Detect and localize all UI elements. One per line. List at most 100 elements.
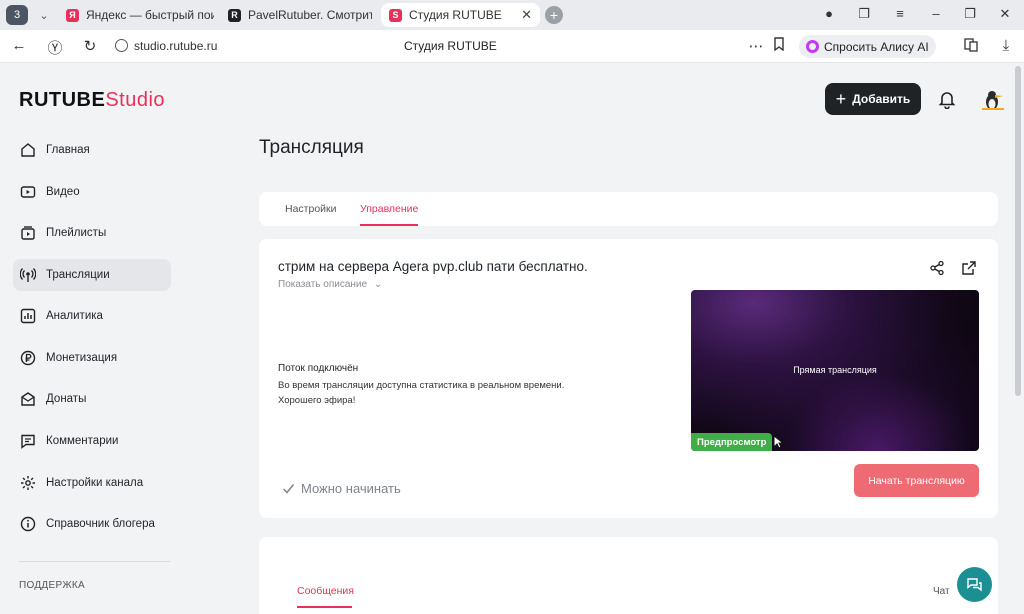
stream-status-title: Поток подключён xyxy=(278,363,359,374)
reload-icon[interactable]: ↻ xyxy=(80,37,100,55)
page-title: Трансляция xyxy=(259,137,364,158)
preview-badge: Предпросмотр xyxy=(691,433,773,451)
sidebar-item-label: Видео xyxy=(46,186,80,198)
site-info-icon[interactable] xyxy=(115,39,128,52)
sidebar-item-monetization[interactable]: Монетизация xyxy=(13,342,171,374)
sidebar-item-blogger-guide[interactable]: Справочник блогера xyxy=(13,508,171,540)
sidebar-item-video[interactable]: Видео xyxy=(13,176,171,208)
info-icon xyxy=(19,515,37,533)
collections-icon[interactable]: ❐ xyxy=(855,6,873,22)
address-page-title: Студия RUTUBE xyxy=(404,39,497,53)
stream-status-text: Во время трансляции доступна статистика … xyxy=(278,378,618,408)
download-icon[interactable]: ⤓ xyxy=(996,37,1016,54)
browser-tab-pavelrutuber[interactable]: R PavelRutuber. Смотрите в xyxy=(228,3,372,27)
rutube-studio-icon: S xyxy=(389,8,402,22)
start-broadcast-button[interactable]: Начать трансляцию xyxy=(854,464,979,497)
reader-icon[interactable] xyxy=(961,37,981,57)
page-scrollbar[interactable] xyxy=(1015,66,1021,396)
tab-messages[interactable]: Сообщения xyxy=(297,585,354,597)
browser-tab-yandex[interactable]: Я Яндекс — быстрый поиск xyxy=(66,3,214,27)
sidebar-item-label: Комментарии xyxy=(46,435,119,447)
video-icon xyxy=(19,183,37,201)
support-heading: ПОДДЕРЖКА xyxy=(19,580,85,591)
sidebar-item-label: Главная xyxy=(46,144,90,156)
stream-card: стрим на сервера Agera pvp.club пати бес… xyxy=(259,239,998,518)
rutube-studio-logo[interactable]: RUTUBEStudio xyxy=(19,89,165,112)
bookmark-icon[interactable] xyxy=(769,37,789,55)
sidebar-item-label: Плейлисты xyxy=(46,227,107,239)
avatar[interactable] xyxy=(980,88,1006,112)
ready-status: Можно начинать xyxy=(282,481,401,496)
add-label: Добавить xyxy=(852,92,911,106)
active-tab-indicator xyxy=(360,224,418,226)
sidebar-item-home[interactable]: Главная xyxy=(13,134,171,166)
more-icon[interactable]: ⋯ xyxy=(746,37,766,55)
sidebar-divider xyxy=(19,561,170,562)
chevron-down-icon[interactable]: ⌄ xyxy=(34,5,54,25)
sidebar-item-label: Донаты xyxy=(46,393,87,405)
sidebar-item-channel-settings[interactable]: Настройки канала xyxy=(13,467,171,499)
menu-icon[interactable]: ≡ xyxy=(891,6,909,21)
close-window-icon[interactable]: ✕ xyxy=(996,6,1014,22)
sidebar-item-analytics[interactable]: Аналитика xyxy=(13,300,171,332)
sidebar-item-label: Настройки канала xyxy=(46,477,144,489)
stream-title: стрим на сервера Agera pvp.club пати бес… xyxy=(278,259,588,274)
tabs-bar: Настройки Управление xyxy=(259,192,998,226)
browser-tabstrip: 3 ⌄ Я Яндекс — быстрый поиск R PavelRutu… xyxy=(0,0,1024,30)
sidebar-item-label: Монетизация xyxy=(46,352,118,364)
sidebar-item-playlists[interactable]: Плейлисты xyxy=(13,217,171,249)
plus-icon: + xyxy=(835,88,847,109)
tab-counter[interactable]: 3 xyxy=(6,5,28,25)
new-tab-button[interactable]: + xyxy=(545,6,563,24)
rutube-icon: R xyxy=(228,8,241,22)
bell-icon[interactable] xyxy=(937,89,957,110)
browser-tab-title: Яндекс — быстрый поиск xyxy=(86,8,214,22)
maximize-icon[interactable]: ❐ xyxy=(961,6,979,22)
chevron-down-icon: ⌄ xyxy=(373,279,383,290)
preview-label: Прямая трансляция xyxy=(793,365,877,375)
open-external-icon[interactable] xyxy=(961,260,977,276)
home-icon xyxy=(19,141,37,159)
ruble-icon xyxy=(19,349,37,367)
chat-card: Сообщения Чат xyxy=(259,537,998,614)
chat-bubble-icon xyxy=(966,577,982,591)
analytics-icon xyxy=(19,307,37,325)
share-icon[interactable] xyxy=(929,260,945,276)
show-description-label: Показать описание xyxy=(278,279,368,290)
sidebar-item-comments[interactable]: Комментарии xyxy=(13,425,171,457)
stream-status-line: Во время трансляции доступна статистика … xyxy=(278,380,565,391)
help-chat-button[interactable] xyxy=(957,567,992,602)
yandex-home-icon[interactable]: Ⓨ xyxy=(45,37,65,58)
back-icon[interactable]: ← xyxy=(9,37,29,54)
ask-alice-button[interactable]: Спросить Алису AI xyxy=(799,35,936,58)
url-field[interactable]: studio.rutube.ru xyxy=(134,39,217,53)
tab-settings[interactable]: Настройки xyxy=(285,203,337,215)
alice-icon xyxy=(806,40,819,53)
stream-preview[interactable]: Прямая трансляция Предпросмотр xyxy=(691,290,979,451)
browser-tab-title: Студия RUTUBE xyxy=(409,8,502,22)
sidebar-item-donates[interactable]: Донаты xyxy=(13,383,171,415)
browser-tab-title: PavelRutuber. Смотрите в xyxy=(248,8,372,22)
check-icon xyxy=(282,484,295,494)
messages-tab-indicator xyxy=(297,606,352,608)
sidebar-item-label: Справочник блогера xyxy=(46,518,155,530)
minimize-icon[interactable]: – xyxy=(927,6,945,21)
donate-icon xyxy=(19,390,37,408)
mouse-cursor-icon xyxy=(773,434,785,449)
profile-icon[interactable]: ● xyxy=(820,6,838,21)
broadcast-icon xyxy=(19,266,37,284)
logo-studio: Studio xyxy=(105,89,166,111)
ready-label: Можно начинать xyxy=(301,481,401,496)
logo-main: RUTUBE xyxy=(19,89,106,111)
sidebar-item-broadcasts[interactable]: Трансляции xyxy=(13,259,171,291)
address-bar: ← Ⓨ ↻ studio.rutube.ru Студия RUTUBE ⋯ С… xyxy=(0,30,1024,63)
show-description-link[interactable]: Показать описание ⌄ xyxy=(278,279,382,290)
stream-status-line: Хорошего эфира! xyxy=(278,395,356,406)
chat-toggle-label[interactable]: Чат xyxy=(933,586,950,597)
add-button[interactable]: + Добавить xyxy=(825,83,921,115)
browser-tab-studio[interactable]: S Студия RUTUBE ✕ xyxy=(381,3,540,27)
gear-icon xyxy=(19,474,37,492)
close-tab-icon[interactable]: ✕ xyxy=(515,7,532,23)
tab-management[interactable]: Управление xyxy=(360,203,418,215)
sidebar-item-label: Трансляции xyxy=(46,269,110,281)
